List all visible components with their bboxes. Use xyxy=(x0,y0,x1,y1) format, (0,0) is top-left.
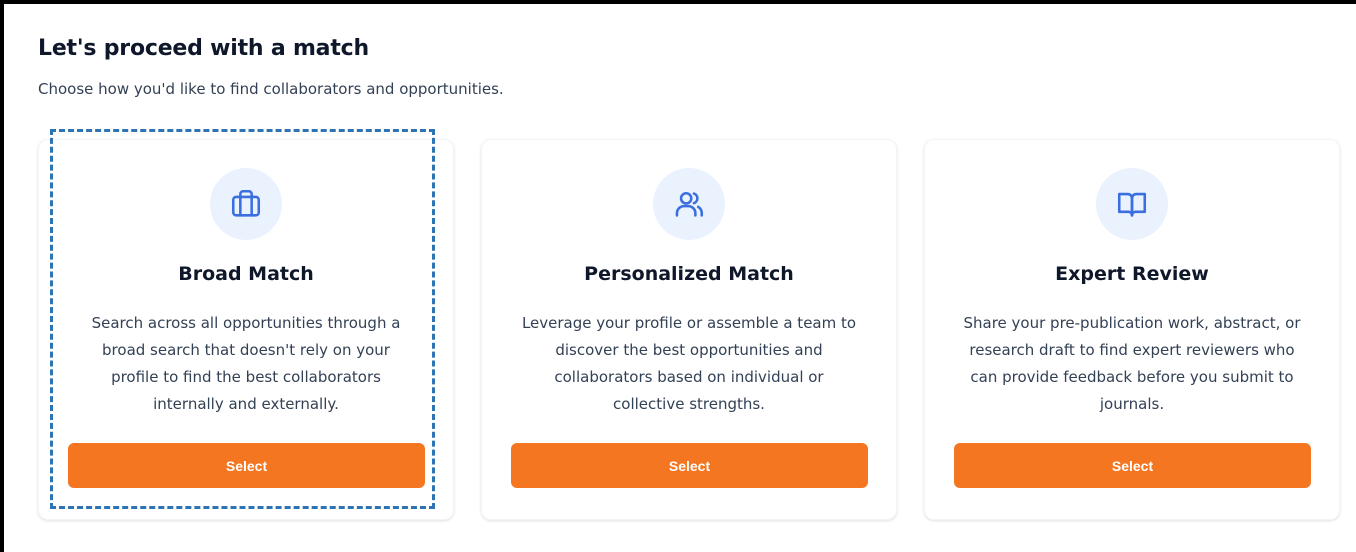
select-personalized-match-button[interactable]: Select xyxy=(511,443,868,488)
book-open-icon xyxy=(1096,168,1168,240)
card-title: Broad Match xyxy=(178,263,314,285)
match-selection-panel: Let's proceed with a match Choose how yo… xyxy=(0,0,1356,552)
card-broad-match[interactable]: Broad Match Search across all opportunit… xyxy=(38,139,454,520)
page-title: Let's proceed with a match xyxy=(38,36,369,61)
card-personalized-match[interactable]: Personalized Match Leverage your profile… xyxy=(481,139,897,520)
users-icon xyxy=(653,168,725,240)
card-expert-review[interactable]: Expert Review Share your pre-publication… xyxy=(924,139,1340,520)
card-title: Personalized Match xyxy=(584,263,794,285)
select-expert-review-button[interactable]: Select xyxy=(954,443,1311,488)
page-subtitle: Choose how you'd like to find collaborat… xyxy=(38,80,504,98)
card-title: Expert Review xyxy=(1055,263,1209,285)
briefcase-icon xyxy=(210,168,282,240)
card-description: Leverage your profile or assemble a team… xyxy=(521,314,857,413)
select-broad-match-button[interactable]: Select xyxy=(68,443,425,488)
card-description: Share your pre-publication work, abstrac… xyxy=(963,314,1301,413)
card-description: Search across all opportunities through … xyxy=(91,314,401,413)
